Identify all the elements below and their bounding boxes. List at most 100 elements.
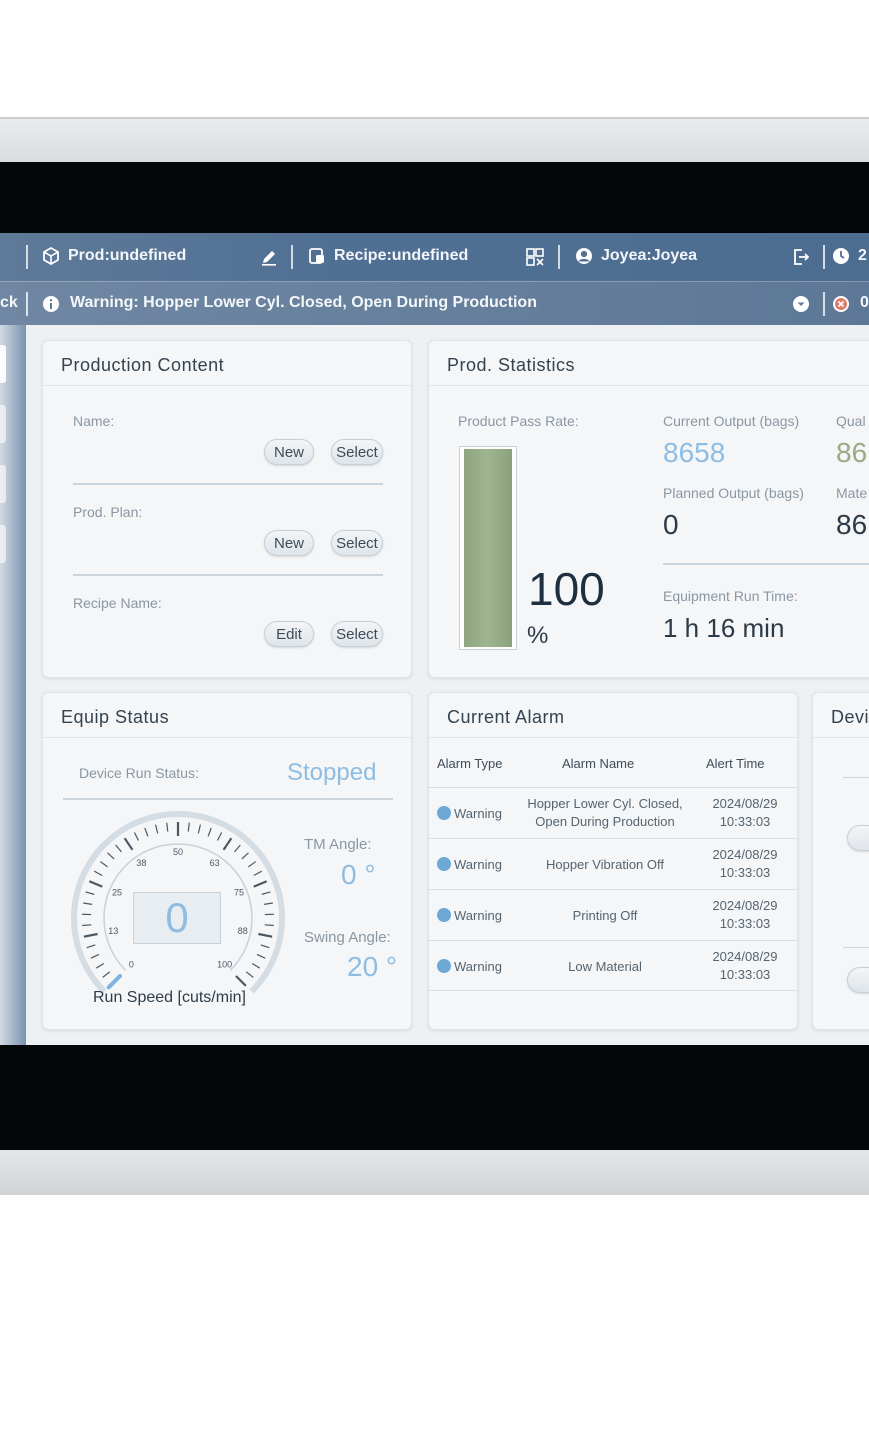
divider [43, 737, 411, 738]
alarm-type: Warning [437, 805, 502, 823]
nav-tab[interactable] [0, 405, 6, 443]
alarm-name-header: Alarm Name [562, 756, 635, 771]
current-output-value: 8658 [663, 437, 726, 468]
gauge-tick-label: 63 [210, 858, 220, 868]
new-name-button[interactable]: New [264, 439, 314, 465]
clock-text: 2 [858, 247, 867, 264]
gauge-major-tick [88, 880, 103, 888]
gauge-minor-tick [248, 861, 257, 868]
alarm-name: Printing Off [513, 907, 697, 925]
select-recipe-button[interactable]: Select [331, 621, 383, 647]
alarm-row[interactable]: Warning Hopper Lower Cyl. Closed, Open Du… [429, 787, 797, 838]
panel-title: Equip Status [61, 707, 170, 727]
recipe-book-icon [308, 247, 326, 265]
alarm-time: 2024/08/29 10:33:03 [699, 795, 791, 831]
run-time-label: Equipment Run Time: [663, 588, 798, 604]
gauge-caption: Run Speed [cuts/min] [93, 989, 246, 1006]
select-name-button[interactable]: Select [331, 439, 383, 465]
equip-status-panel: Equip Status Device Run Status: Stopped … [42, 692, 412, 1030]
alarm-row[interactable]: Warning Printing Off 2024/08/29 10:33:03 [429, 889, 797, 940]
prod-plan-label: Prod. Plan: [73, 504, 143, 520]
gauge-minor-tick [216, 832, 223, 841]
gauge-minor-tick [251, 962, 261, 969]
nav-tab[interactable] [0, 465, 6, 503]
separator [558, 245, 560, 269]
tm-angle-label: TM Angle: [304, 836, 372, 853]
alarm-date: 2024/08/29 [712, 796, 778, 811]
gauge-minor-tick [82, 924, 92, 927]
separator [26, 245, 28, 269]
gauge-tick-label: 0 [129, 960, 134, 970]
new-plan-button[interactable]: New [264, 530, 314, 556]
run-speed-value: 0 [133, 892, 221, 944]
alarm-row[interactable]: Warning Low Material 2024/08/29 10:33:03 [429, 940, 797, 991]
gauge-major-tick [83, 932, 98, 938]
gauge-minor-tick [99, 861, 108, 868]
logout-icon[interactable] [792, 248, 810, 266]
warning-message: Warning: Hopper Lower Cyl. Closed, Open … [70, 294, 537, 311]
quality-label: Qual [836, 413, 866, 429]
run-status-label: Device Run Status: [79, 765, 199, 781]
gauge-tick-label: 13 [108, 926, 118, 936]
alarm-type: Warning [437, 856, 502, 874]
separator [26, 292, 28, 316]
name-label: Name: [73, 413, 115, 429]
panel-title: Devi [831, 707, 869, 727]
gauge-minor-tick [245, 971, 254, 978]
gauge-tick-label: 100 [217, 960, 232, 970]
prod-statistics-panel: Prod. Statistics Product Pass Rate: 100 … [428, 340, 869, 678]
divider [73, 483, 383, 485]
separator [291, 245, 293, 269]
alarm-date: 2024/08/29 [712, 949, 778, 964]
info-icon [42, 295, 60, 313]
warnbar-right-fragment: 0 [860, 294, 869, 311]
gauge-minor-tick [144, 827, 149, 837]
divider [43, 385, 411, 386]
device-control-button[interactable]: ⚇ [847, 825, 869, 851]
divider [73, 574, 383, 576]
alarm-type-text: Warning [454, 908, 502, 923]
gauge-minor-tick [115, 844, 122, 853]
alarm-clear-icon[interactable] [832, 295, 850, 313]
alarm-name-line: Open During Production [535, 814, 675, 829]
user-indicator[interactable]: Joyea:Joyea [575, 247, 697, 265]
alarm-type: Warning [437, 958, 502, 976]
divider [843, 947, 869, 948]
recipe-switch-icon[interactable] [526, 248, 544, 266]
gauge-major-tick [222, 837, 233, 851]
separator [823, 292, 825, 316]
tm-angle-value: 0 ° [341, 859, 376, 890]
gauge-minor-tick [234, 844, 241, 853]
nav-tab[interactable] [0, 525, 6, 563]
panel-title: Production Content [61, 355, 225, 375]
top-status-bar: Prod:undefined Recipe:undefined Joyea:Jo… [0, 233, 869, 281]
gauge-major-tick [123, 837, 134, 851]
gauge-minor-tick [256, 953, 266, 959]
dropdown-circle-icon[interactable] [792, 295, 810, 313]
recipe-name-label: Recipe Name: [73, 595, 162, 611]
gauge-minor-tick [107, 852, 115, 860]
product-indicator[interactable]: Prod:undefined [42, 247, 186, 265]
gauge-minor-tick [166, 822, 169, 832]
gauge-minor-tick [261, 891, 271, 895]
warnbar-left-fragment: ck [0, 294, 18, 311]
edit-icon[interactable] [260, 248, 278, 266]
recipe-indicator[interactable]: Recipe:undefined [308, 247, 468, 265]
alarm-row[interactable]: Warning Hopper Vibration Off 2024/08/29 1… [429, 838, 797, 889]
nav-tab[interactable] [0, 345, 6, 383]
gauge-minor-tick [102, 971, 111, 978]
alarm-time: 2024/08/29 10:33:03 [699, 897, 791, 933]
alarm-type-text: Warning [454, 806, 502, 821]
select-plan-button[interactable]: Select [331, 530, 383, 556]
divider [429, 385, 869, 386]
alarm-type: Warning [437, 907, 502, 925]
gauge-tick-label: 75 [234, 888, 244, 898]
warning-bar[interactable]: ck Warning: Hopper Lower Cyl. Closed, Op… [0, 281, 869, 325]
production-content-panel: Production Content Name: New Select Prod… [42, 340, 412, 678]
pass-rate-bar-fill [464, 449, 512, 647]
device-control-button[interactable]: ⚙ [847, 967, 869, 993]
edit-recipe-button[interactable]: Edit [264, 621, 314, 647]
gauge-major-tick [253, 880, 268, 888]
gauge-major-tick [235, 975, 247, 987]
gauge-minor-tick [260, 944, 270, 949]
